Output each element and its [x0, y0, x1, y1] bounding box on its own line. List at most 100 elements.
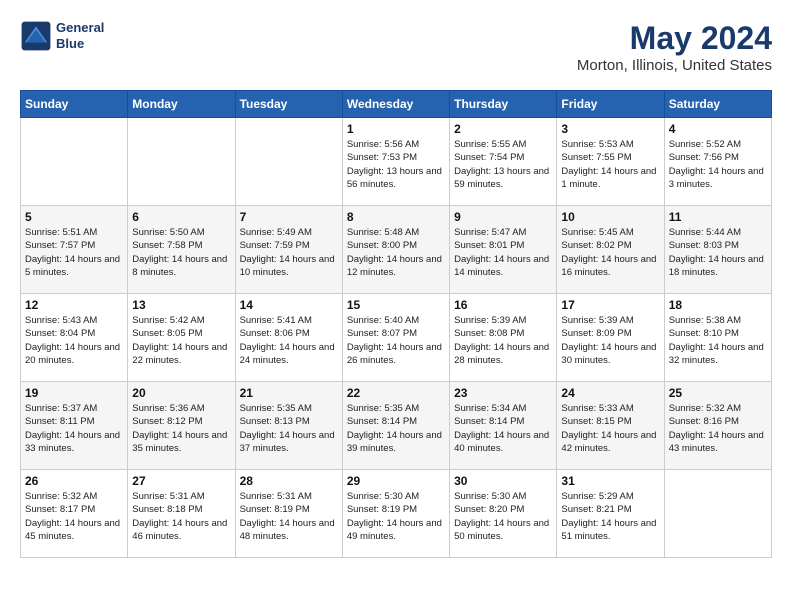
calendar-cell: 1Sunrise: 5:56 AM Sunset: 7:53 PM Daylig… [342, 118, 449, 206]
week-row-4: 19Sunrise: 5:37 AM Sunset: 8:11 PM Dayli… [21, 382, 772, 470]
calendar-cell: 31 Sunrise: 5:29 AM Sunset: 8:21 PM Dayli… [557, 470, 664, 558]
day-info: Sunrise: 5:40 AM Sunset: 8:07 PM Dayligh… [347, 314, 445, 367]
logo-line1: General [56, 20, 104, 36]
header-tuesday: Tuesday [235, 91, 342, 118]
day-number: 4 [669, 122, 767, 136]
day-number: 28 [240, 474, 338, 488]
logo-text: General Blue [56, 20, 104, 51]
calendar-cell: 14 Sunrise: 5:41 AM Sunset: 8:06 PM Dayli… [235, 294, 342, 382]
calendar-cell: 15 Sunrise: 5:40 AM Sunset: 8:07 PM Dayli… [342, 294, 449, 382]
day-info: Sunrise: 5:51 AM Sunset: 7:57 PM Dayligh… [25, 226, 123, 279]
day-info: Sunrise: 5:45 AM Sunset: 8:02 PM Dayligh… [561, 226, 659, 279]
day-number: 16 [454, 298, 552, 312]
calendar-cell [664, 470, 771, 558]
calendar-cell: 18 Sunrise: 5:38 AM Sunset: 8:10 PM Dayli… [664, 294, 771, 382]
calendar-cell: 13 Sunrise: 5:42 AM Sunset: 8:05 PM Dayli… [128, 294, 235, 382]
calendar-cell: 23 Sunrise: 5:34 AM Sunset: 8:14 PM Dayli… [450, 382, 557, 470]
header-sunday: Sunday [21, 91, 128, 118]
header-wednesday: Wednesday [342, 91, 449, 118]
header-saturday: Saturday [664, 91, 771, 118]
day-info: Sunrise: 5:38 AM Sunset: 8:10 PM Dayligh… [669, 314, 767, 367]
day-info: Sunrise: 5:43 AM Sunset: 8:04 PM Dayligh… [25, 314, 123, 367]
day-number: 1 [347, 122, 445, 136]
day-number: 18 [669, 298, 767, 312]
calendar-cell: 24 Sunrise: 5:33 AM Sunset: 8:15 PM Dayli… [557, 382, 664, 470]
calendar-body: 1Sunrise: 5:56 AM Sunset: 7:53 PM Daylig… [21, 118, 772, 558]
calendar-cell: 8Sunrise: 5:48 AM Sunset: 8:00 PM Daylig… [342, 206, 449, 294]
day-number: 9 [454, 210, 552, 224]
day-info: Sunrise: 5:32 AM Sunset: 8:16 PM Dayligh… [669, 402, 767, 455]
day-number: 20 [132, 386, 230, 400]
day-number: 10 [561, 210, 659, 224]
day-info: Sunrise: 5:34 AM Sunset: 8:14 PM Dayligh… [454, 402, 552, 455]
header-row: SundayMondayTuesdayWednesdayThursdayFrid… [21, 91, 772, 118]
day-number: 15 [347, 298, 445, 312]
day-number: 23 [454, 386, 552, 400]
calendar-cell: 17 Sunrise: 5:39 AM Sunset: 8:09 PM Dayli… [557, 294, 664, 382]
calendar-cell: 16 Sunrise: 5:39 AM Sunset: 8:08 PM Dayli… [450, 294, 557, 382]
calendar-cell: 11Sunrise: 5:44 AM Sunset: 8:03 PM Dayli… [664, 206, 771, 294]
day-info: Sunrise: 5:33 AM Sunset: 8:15 PM Dayligh… [561, 402, 659, 455]
title-block: May 2024 Morton, Illinois, United States [577, 20, 772, 74]
day-number: 12 [25, 298, 123, 312]
day-info: Sunrise: 5:52 AM Sunset: 7:56 PM Dayligh… [669, 138, 767, 191]
day-number: 3 [561, 122, 659, 136]
day-number: 13 [132, 298, 230, 312]
calendar-cell: 29Sunrise: 5:30 AM Sunset: 8:19 PM Dayli… [342, 470, 449, 558]
calendar-cell: 25Sunrise: 5:32 AM Sunset: 8:16 PM Dayli… [664, 382, 771, 470]
day-number: 6 [132, 210, 230, 224]
day-info: Sunrise: 5:39 AM Sunset: 8:09 PM Dayligh… [561, 314, 659, 367]
day-info: Sunrise: 5:30 AM Sunset: 8:19 PM Dayligh… [347, 490, 445, 543]
day-info: Sunrise: 5:41 AM Sunset: 8:06 PM Dayligh… [240, 314, 338, 367]
day-number: 27 [132, 474, 230, 488]
header-monday: Monday [128, 91, 235, 118]
header-friday: Friday [557, 91, 664, 118]
day-number: 31 [561, 474, 659, 488]
day-info: Sunrise: 5:49 AM Sunset: 7:59 PM Dayligh… [240, 226, 338, 279]
calendar-cell: 28 Sunrise: 5:31 AM Sunset: 8:19 PM Dayli… [235, 470, 342, 558]
day-info: Sunrise: 5:37 AM Sunset: 8:11 PM Dayligh… [25, 402, 123, 455]
calendar-cell [128, 118, 235, 206]
day-info: Sunrise: 5:29 AM Sunset: 8:21 PM Dayligh… [561, 490, 659, 543]
day-info: Sunrise: 5:30 AM Sunset: 8:20 PM Dayligh… [454, 490, 552, 543]
calendar-cell: 19Sunrise: 5:37 AM Sunset: 8:11 PM Dayli… [21, 382, 128, 470]
calendar-cell: 4 Sunrise: 5:52 AM Sunset: 7:56 PM Daylig… [664, 118, 771, 206]
calendar-cell: 27 Sunrise: 5:31 AM Sunset: 8:18 PM Dayli… [128, 470, 235, 558]
calendar-cell: 21 Sunrise: 5:35 AM Sunset: 8:13 PM Dayli… [235, 382, 342, 470]
calendar-title: May 2024 [577, 20, 772, 57]
day-info: Sunrise: 5:35 AM Sunset: 8:13 PM Dayligh… [240, 402, 338, 455]
day-number: 5 [25, 210, 123, 224]
day-info: Sunrise: 5:32 AM Sunset: 8:17 PM Dayligh… [25, 490, 123, 543]
day-number: 11 [669, 210, 767, 224]
calendar-cell: 5 Sunrise: 5:51 AM Sunset: 7:57 PM Daylig… [21, 206, 128, 294]
day-info: Sunrise: 5:31 AM Sunset: 8:18 PM Dayligh… [132, 490, 230, 543]
calendar-subtitle: Morton, Illinois, United States [577, 57, 772, 74]
day-info: Sunrise: 5:42 AM Sunset: 8:05 PM Dayligh… [132, 314, 230, 367]
logo-line2: Blue [56, 36, 104, 52]
day-number: 14 [240, 298, 338, 312]
day-info: Sunrise: 5:53 AM Sunset: 7:55 PM Dayligh… [561, 138, 659, 191]
day-info: Sunrise: 5:50 AM Sunset: 7:58 PM Dayligh… [132, 226, 230, 279]
calendar-cell: 22 Sunrise: 5:35 AM Sunset: 8:14 PM Dayli… [342, 382, 449, 470]
day-number: 24 [561, 386, 659, 400]
day-number: 26 [25, 474, 123, 488]
day-info: Sunrise: 5:31 AM Sunset: 8:19 PM Dayligh… [240, 490, 338, 543]
calendar-cell: 12 Sunrise: 5:43 AM Sunset: 8:04 PM Dayli… [21, 294, 128, 382]
day-number: 21 [240, 386, 338, 400]
calendar-cell: 30Sunrise: 5:30 AM Sunset: 8:20 PM Dayli… [450, 470, 557, 558]
calendar-cell: 6 Sunrise: 5:50 AM Sunset: 7:58 PM Daylig… [128, 206, 235, 294]
week-row-5: 26 Sunrise: 5:32 AM Sunset: 8:17 PM Dayli… [21, 470, 772, 558]
calendar-header: SundayMondayTuesdayWednesdayThursdayFrid… [21, 91, 772, 118]
day-number: 22 [347, 386, 445, 400]
day-number: 17 [561, 298, 659, 312]
day-info: Sunrise: 5:35 AM Sunset: 8:14 PM Dayligh… [347, 402, 445, 455]
calendar-cell: 3 Sunrise: 5:53 AM Sunset: 7:55 PM Daylig… [557, 118, 664, 206]
calendar-cell: 20 Sunrise: 5:36 AM Sunset: 8:12 PM Dayli… [128, 382, 235, 470]
day-number: 2 [454, 122, 552, 136]
week-row-2: 5 Sunrise: 5:51 AM Sunset: 7:57 PM Daylig… [21, 206, 772, 294]
header-thursday: Thursday [450, 91, 557, 118]
calendar-cell: 2Sunrise: 5:55 AM Sunset: 7:54 PM Daylig… [450, 118, 557, 206]
day-info: Sunrise: 5:36 AM Sunset: 8:12 PM Dayligh… [132, 402, 230, 455]
calendar-cell: 7Sunrise: 5:49 AM Sunset: 7:59 PM Daylig… [235, 206, 342, 294]
day-info: Sunrise: 5:39 AM Sunset: 8:08 PM Dayligh… [454, 314, 552, 367]
